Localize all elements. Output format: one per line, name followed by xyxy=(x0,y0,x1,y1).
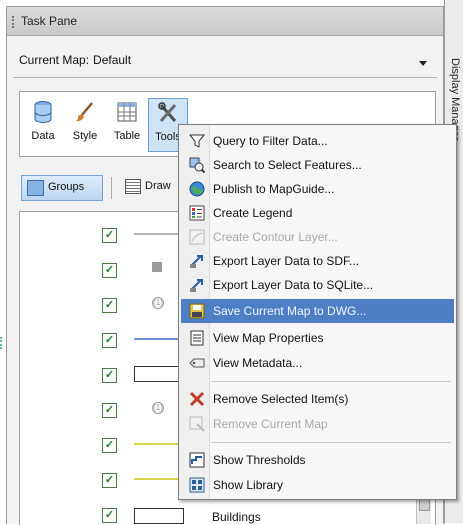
menu-item-create-legend[interactable]: Create Legend xyxy=(181,201,454,225)
point-style-swatch xyxy=(152,262,162,272)
menu-item-label: Query to Filter Data... xyxy=(213,134,328,148)
tool-data-button[interactable]: Data xyxy=(24,98,62,150)
tool-data-label: Data xyxy=(31,130,55,142)
menu-item-show-thresholds[interactable]: Show Thresholds xyxy=(181,448,454,472)
visibility-checkbox[interactable]: ✓ xyxy=(102,368,117,383)
visibility-checkbox[interactable]: ✓ xyxy=(102,473,117,488)
menu-item-show-library[interactable]: Show Library xyxy=(181,473,454,497)
menu-item-export-sqlite[interactable]: Export Layer Data to SQLite... xyxy=(181,273,454,297)
export-sdf-icon xyxy=(190,255,203,268)
tool-table-label: Table xyxy=(113,130,141,142)
groups-label: Groups xyxy=(48,181,85,193)
edge-marker xyxy=(0,337,8,349)
visibility-checkbox[interactable]: ✓ xyxy=(102,333,117,348)
tool-table-button[interactable]: Table xyxy=(108,98,146,150)
polygon-style-swatch xyxy=(134,508,184,524)
task-pane-titlebar[interactable]: Task Pane xyxy=(7,7,443,36)
draw-order-icon xyxy=(125,179,141,194)
visibility-checkbox[interactable]: ✓ xyxy=(102,438,117,453)
menu-item-label: Create Legend xyxy=(213,206,293,220)
task-pane-title: Task Pane xyxy=(21,14,78,28)
menu-item-remove-selected[interactable]: Remove Selected Item(s) xyxy=(181,387,454,411)
tools-context-menu: Query to Filter Data... Search to Select… xyxy=(178,124,457,500)
search-features-icon xyxy=(189,157,205,173)
menu-item-label: Save Current Map to DWG... xyxy=(213,304,367,318)
menu-item-label: Create Contour Layer... xyxy=(213,230,338,244)
visibility-checkbox[interactable]: ✓ xyxy=(102,508,117,523)
theme-count-badge: (1) xyxy=(152,402,164,414)
properties-icon xyxy=(190,330,204,346)
metadata-icon xyxy=(189,358,205,368)
menu-item-label: Show Library xyxy=(213,478,284,492)
menu-item-publish-mapguide[interactable]: Publish to MapGuide... xyxy=(181,177,454,201)
contour-icon xyxy=(189,229,205,245)
menu-separator xyxy=(211,442,451,443)
library-icon xyxy=(189,477,205,493)
groups-icon xyxy=(27,180,44,196)
layer-name: Buildings xyxy=(212,510,261,524)
current-map-selector[interactable]: Current Map: Default xyxy=(19,53,131,67)
database-icon xyxy=(34,101,52,123)
table-icon xyxy=(117,102,137,122)
menu-item-label: Export Layer Data to SQLite... xyxy=(213,278,374,292)
current-map-value[interactable]: Default xyxy=(93,53,131,67)
menu-item-label: Remove Current Map xyxy=(213,417,328,431)
draw-order-label: Draw xyxy=(145,180,171,192)
tool-style-label: Style xyxy=(72,130,98,142)
menu-item-label: Search to Select Features... xyxy=(213,158,362,172)
funnel-icon xyxy=(189,134,205,148)
menu-item-label: Remove Selected Item(s) xyxy=(213,392,349,406)
drag-grip-icon[interactable] xyxy=(12,16,18,28)
thresholds-icon xyxy=(189,452,205,468)
layer-row[interactable]: ✓ Buildings xyxy=(20,500,435,525)
menu-item-view-metadata[interactable]: View Metadata... xyxy=(181,351,454,375)
current-map-label: Current Map: xyxy=(19,53,90,67)
globe-icon xyxy=(189,181,205,197)
visibility-checkbox[interactable]: ✓ xyxy=(102,403,117,418)
draw-order-button[interactable]: Draw xyxy=(123,175,183,199)
legend-icon xyxy=(189,205,205,221)
dropdown-arrow-icon[interactable] xyxy=(419,61,427,66)
menu-separator xyxy=(211,381,451,382)
menu-item-label: View Map Properties xyxy=(213,331,324,345)
menu-item-query-filter[interactable]: Query to Filter Data... xyxy=(181,129,454,153)
divider xyxy=(13,77,437,78)
menu-item-create-contour: Create Contour Layer... xyxy=(181,225,454,249)
polygon-style-swatch xyxy=(134,366,184,382)
remove-map-icon xyxy=(189,416,205,432)
visibility-checkbox[interactable]: ✓ xyxy=(102,228,117,243)
menu-item-save-dwg[interactable]: Save Current Map to DWG... xyxy=(181,299,454,323)
visibility-checkbox[interactable]: ✓ xyxy=(102,298,117,313)
menu-item-label: View Metadata... xyxy=(213,356,303,370)
visibility-checkbox[interactable]: ✓ xyxy=(102,263,117,278)
menu-item-search-features[interactable]: Search to Select Features... xyxy=(181,153,454,177)
save-dwg-icon xyxy=(189,303,205,319)
tool-style-button[interactable]: Style xyxy=(66,98,104,150)
menu-item-label: Export Layer Data to SDF... xyxy=(213,254,360,268)
menu-item-remove-current-map: Remove Current Map xyxy=(181,412,454,436)
paintbrush-icon xyxy=(76,102,93,122)
remove-x-icon xyxy=(189,391,205,407)
menu-item-export-sdf[interactable]: Export Layer Data to SDF... xyxy=(181,249,454,273)
theme-count-badge: (1) xyxy=(152,297,164,309)
export-sqlite-icon xyxy=(190,279,203,292)
menu-item-view-map-properties[interactable]: View Map Properties xyxy=(181,326,454,350)
toolbar-divider xyxy=(111,177,112,199)
groups-button[interactable]: Groups xyxy=(21,175,103,201)
menu-item-label: Show Thresholds xyxy=(213,453,306,467)
menu-item-label: Publish to MapGuide... xyxy=(213,182,335,196)
tools-icon xyxy=(158,102,177,122)
